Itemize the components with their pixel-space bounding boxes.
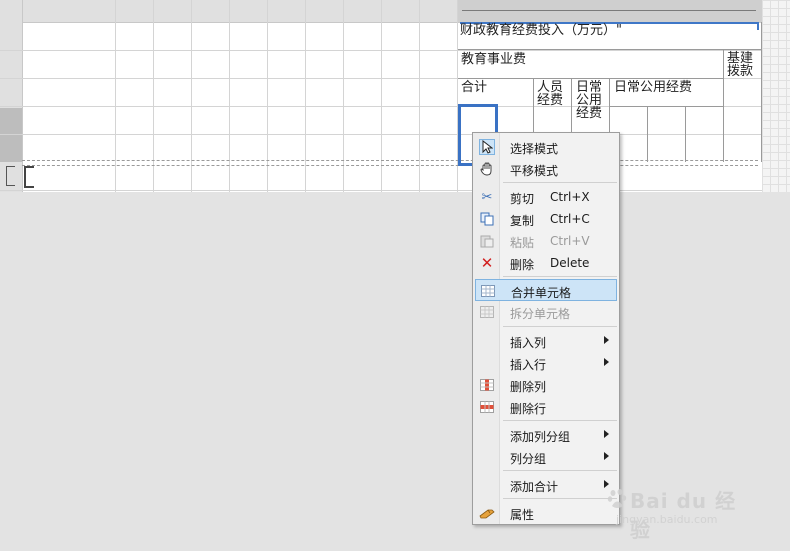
menu-item-delete[interactable]: ✕ 删除 Delete [475,252,617,274]
menu-item-delete-row[interactable]: 删除行 [475,396,617,418]
menu-item-pan-mode[interactable]: 平移模式 [475,158,617,180]
submenu-arrow-icon [604,336,609,344]
header-daily-wide[interactable]: 日常公用经费 [614,81,692,95]
band-marker-active [24,166,34,188]
design-canvas-grid [762,0,790,192]
menu-item-cut[interactable]: ✂ 剪切 Ctrl+X [475,186,617,208]
menu-item-add-total[interactable]: 添加合计 [475,474,617,496]
row-header-column[interactable] [0,0,23,192]
report-title[interactable]: 财政教育经费投入（万元）" [460,24,622,38]
paste-icon [479,233,495,249]
header-total[interactable]: 合计 [461,81,487,95]
baidu-jingyan-watermark: Bai du 经验 jingyan.baidu.com [606,483,756,542]
delete-icon: ✕ [480,254,494,272]
header-capital[interactable]: 基建拨款 [727,52,753,78]
menu-item-split-cells[interactable]: 拆分单元格 [475,301,617,323]
submenu-arrow-icon [604,358,609,366]
header-daily[interactable]: 日常公用经费 [576,81,602,120]
submenu-arrow-icon [604,430,609,438]
split-cells-icon [479,304,495,320]
delete-row-icon [479,399,495,415]
context-menu[interactable]: 选择模式 平移模式 ✂ 剪切 Ctrl+X 复制 Ctrl+C 粘贴 Ctrl+… [472,132,620,525]
properties-icon [479,505,495,521]
menu-item-copy[interactable]: 复制 Ctrl+C [475,208,617,230]
scissors-icon: ✂ [481,189,493,205]
menu-item-column-group[interactable]: 列分组 [475,446,617,468]
title-band [458,0,762,22]
header-staff[interactable]: 人员经费 [537,81,563,107]
menu-item-insert-column[interactable]: 插入列 [475,330,617,352]
header-edu-expense[interactable]: 教育事业费 [461,53,526,67]
copy-icon [479,211,495,227]
menu-item-select-mode[interactable]: 选择模式 [475,136,617,158]
spreadsheet-grid[interactable] [0,0,762,192]
delete-column-icon [479,377,495,393]
menu-item-insert-row[interactable]: 插入行 [475,352,617,374]
submenu-arrow-icon [604,452,609,460]
pointer-icon [479,139,495,155]
menu-item-paste[interactable]: 粘贴 Ctrl+V [475,230,617,252]
menu-item-delete-column[interactable]: 删除列 [475,374,617,396]
merge-cells-icon [480,283,496,299]
hand-icon [479,161,495,177]
paw-icon [607,489,627,508]
selected-row-header[interactable] [0,108,22,162]
selection-outline-right [757,22,759,30]
menu-item-properties[interactable]: 属性 [475,502,617,524]
band-marker [6,166,15,186]
menu-item-merge-cells[interactable]: 合并单元格 [475,279,617,301]
menu-item-add-column-group[interactable]: 添加列分组 [475,424,617,446]
